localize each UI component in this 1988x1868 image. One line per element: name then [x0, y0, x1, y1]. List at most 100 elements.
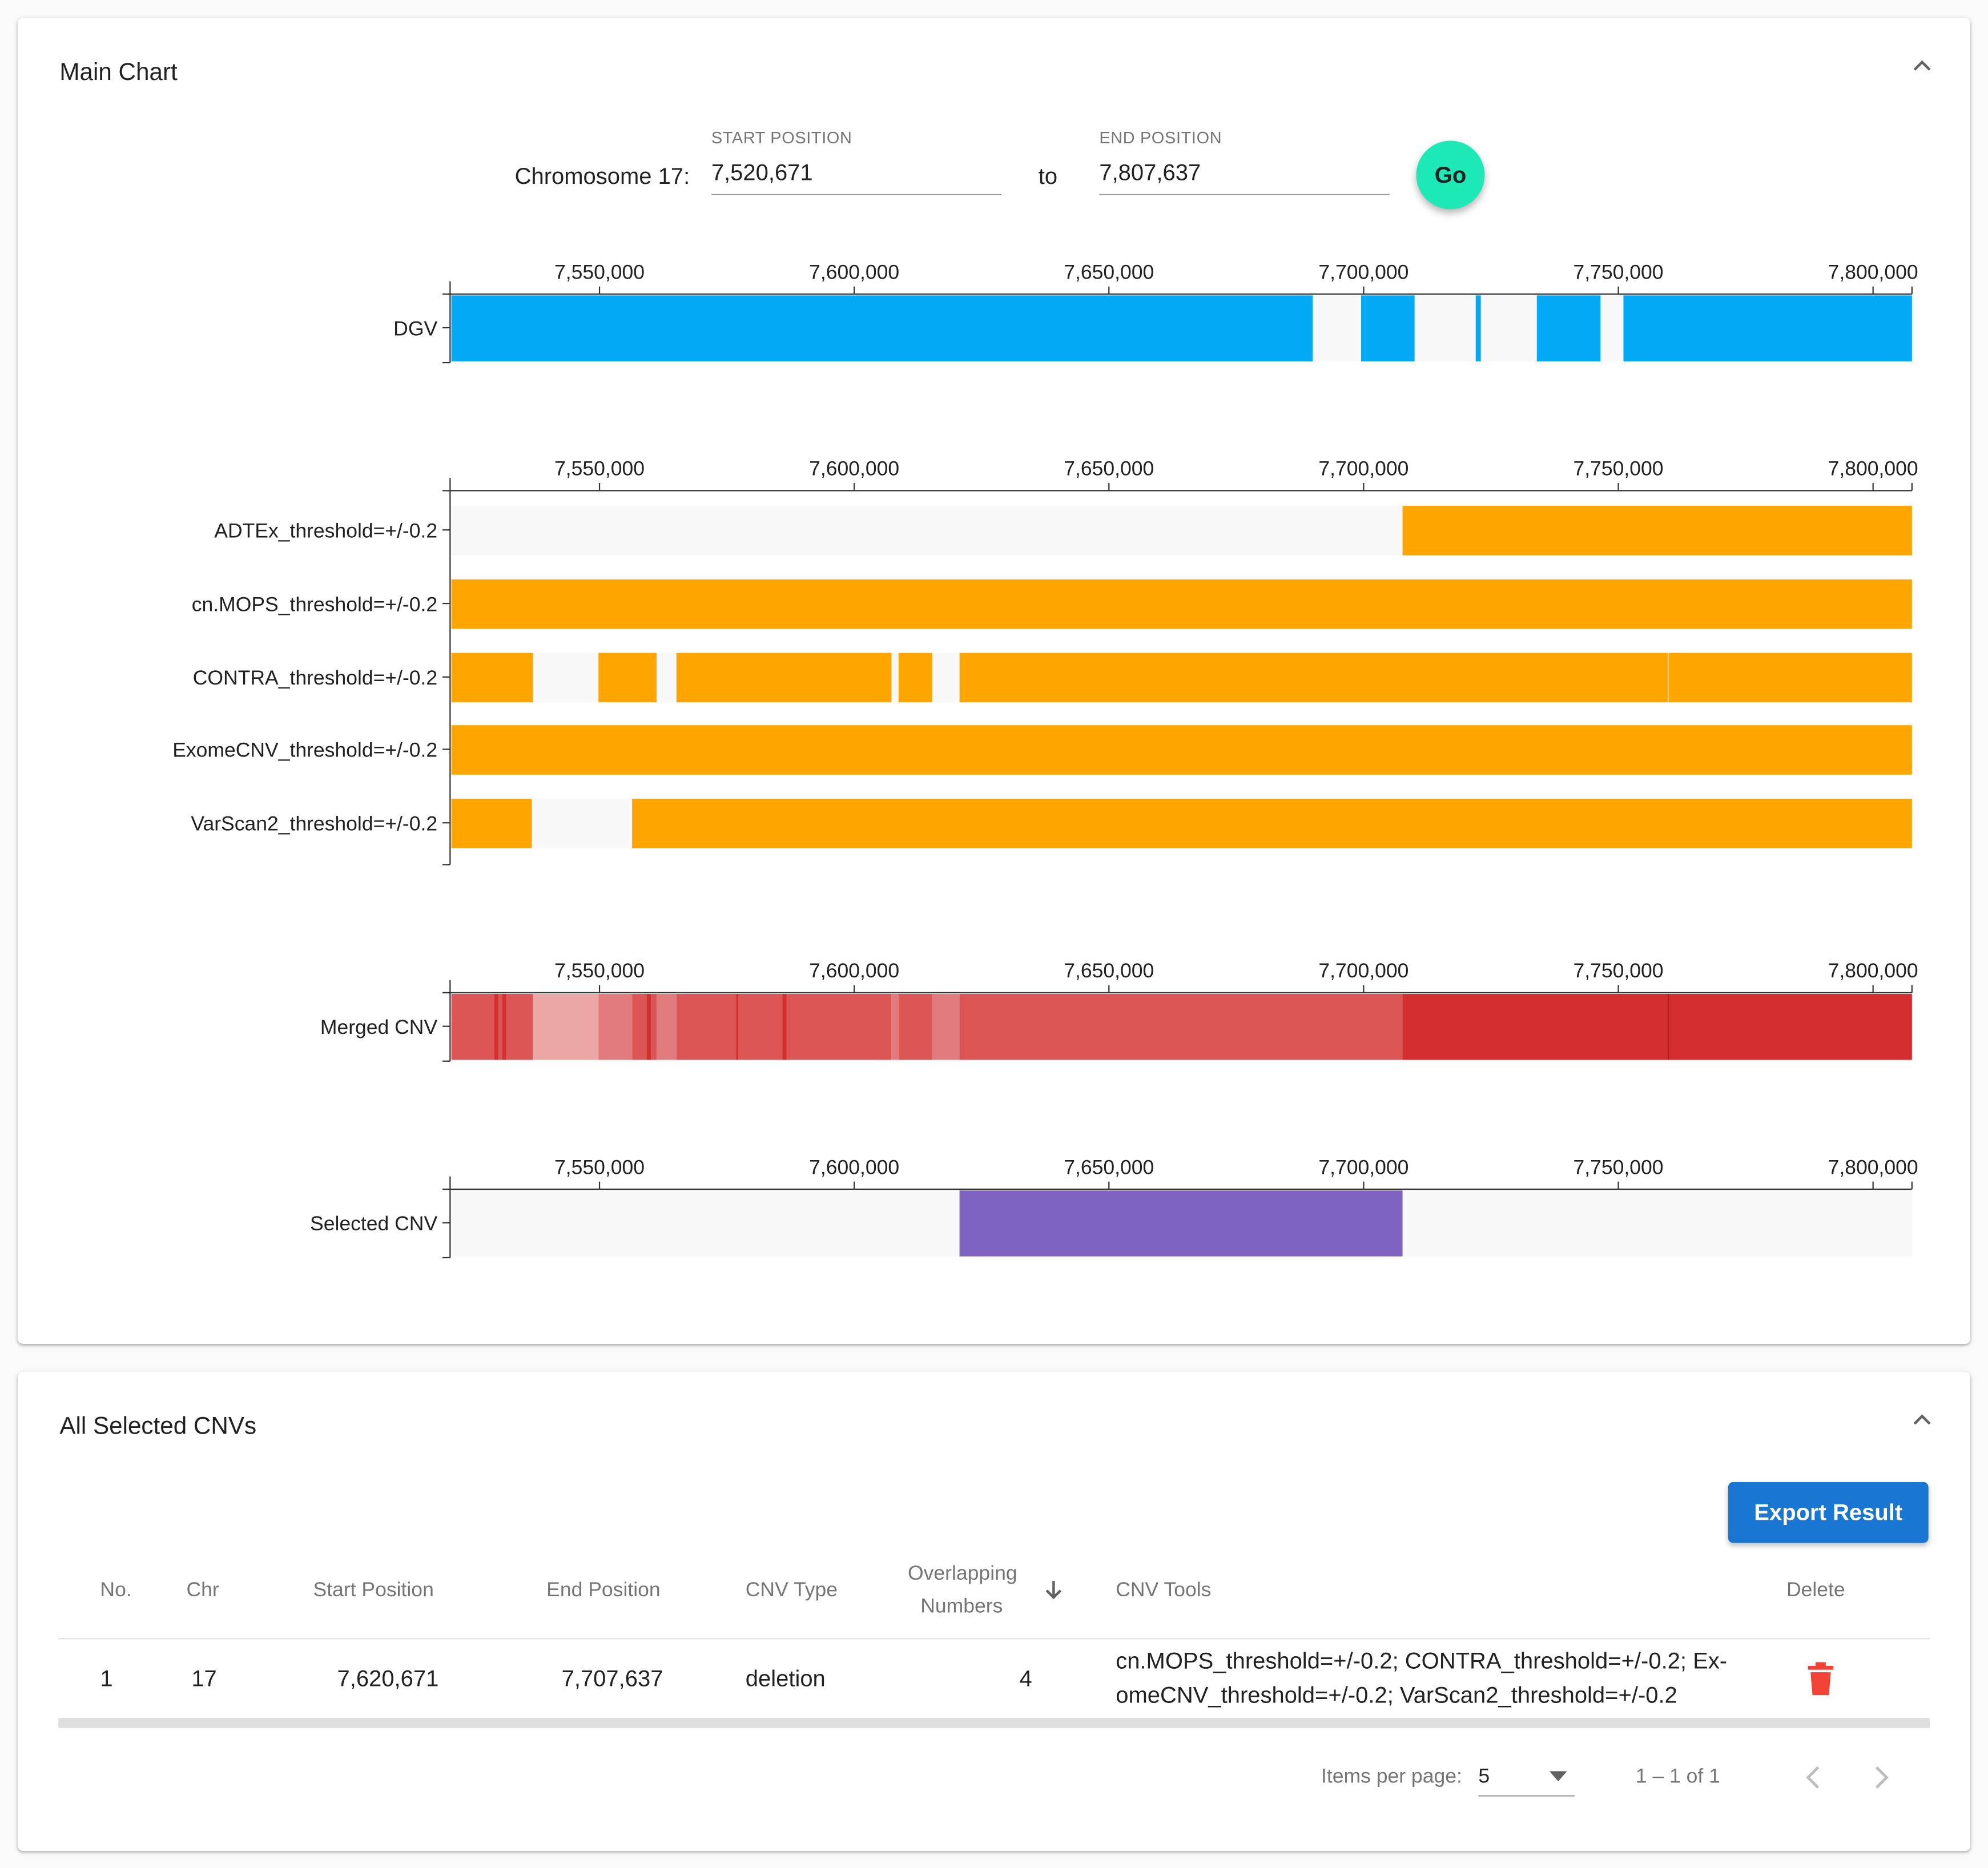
merged-segment [898, 994, 932, 1060]
header-start-position[interactable]: Start Position [313, 1580, 434, 1603]
header-delete[interactable]: Delete [1786, 1580, 1845, 1603]
contra-segment [898, 653, 932, 703]
cell-overlap: 4 [1019, 1665, 1032, 1692]
contra-segment [959, 653, 1668, 703]
merged-segment [932, 994, 960, 1060]
track-label-dgv: DGV [393, 317, 437, 340]
x-tick-label: 7,800,000 [1828, 1156, 1918, 1178]
cell-chr: 17 [191, 1665, 217, 1692]
dgv-segment [1536, 295, 1601, 361]
x-tick-label: 7,550,000 [554, 959, 645, 982]
x-tick-label: 7,700,000 [1318, 959, 1408, 982]
dropdown-arrow-icon [1549, 1771, 1567, 1782]
export-result-button[interactable]: Export Result [1728, 1481, 1929, 1543]
dgv-segment [1365, 295, 1415, 361]
table-row: 1 17 7,620,671 7,707,637 deletion 4 cn.M… [58, 1639, 1930, 1718]
merged-segment [782, 994, 787, 1060]
track-label-adtex: ADTEx_threshold=+/-0.2 [214, 520, 437, 542]
merged-segment [494, 994, 498, 1060]
merged-segment [598, 994, 633, 1060]
x-tick-label: 7,550,000 [554, 261, 645, 284]
adtex-segment [1402, 506, 1912, 555]
cell-type: deletion [745, 1665, 826, 1692]
merged-segment [786, 994, 892, 1060]
track-label-cnmops: cn.MOPS_threshold=+/-0.2 [192, 593, 437, 615]
merged-segment [533, 994, 599, 1060]
page-size-select[interactable]: 5 [1478, 1762, 1575, 1797]
x-tick-label: 7,550,000 [554, 457, 645, 480]
table-scrollbar[interactable] [58, 1718, 1930, 1728]
contra-segment [1668, 653, 1912, 703]
contra-segment [451, 653, 533, 703]
merged-segment [736, 994, 739, 1060]
x-tick-label: 7,700,000 [1318, 261, 1408, 284]
x-tick-label: 7,650,000 [1064, 959, 1154, 982]
merged-segment [959, 994, 1403, 1060]
x-tick-label: 7,800,000 [1828, 457, 1918, 480]
dgv-segment [451, 295, 1313, 361]
contra-segment [598, 653, 657, 703]
header-chr[interactable]: Chr [186, 1580, 219, 1603]
page-size-value: 5 [1478, 1766, 1490, 1788]
x-tick-label: 7,650,000 [1064, 1156, 1154, 1178]
merged-segment [1668, 994, 1912, 1060]
x-tick-label: 7,600,000 [809, 457, 899, 480]
header-end-position[interactable]: End Position [546, 1580, 661, 1603]
header-no[interactable]: No. [100, 1580, 131, 1603]
x-tick-label: 7,550,000 [554, 1156, 645, 1178]
x-tick-label: 7,700,000 [1318, 457, 1408, 480]
x-tick-label: 7,750,000 [1574, 1156, 1664, 1178]
track-label-varscan2: VarScan2_threshold=+/-0.2 [191, 812, 437, 835]
page-range-label: 1 – 1 of 1 [1635, 1766, 1720, 1788]
x-tick-label: 7,750,000 [1574, 261, 1664, 284]
varscan2-segment [632, 799, 1912, 848]
merged-segment [891, 994, 899, 1060]
x-tick-label: 7,800,000 [1828, 959, 1918, 982]
chevron-right-icon[interactable] [1869, 1764, 1894, 1791]
dgv-segment [1475, 295, 1481, 361]
merged-segment [506, 994, 533, 1060]
header-overlapping[interactable]: Overlapping [908, 1563, 1017, 1586]
dgv-segment [1623, 295, 1912, 361]
merged-segment [1402, 994, 1668, 1060]
header-cnv-type[interactable]: CNV Type [746, 1580, 838, 1603]
cnv-chart: 7,550,000 7,600,000 7,650,000 7,700,000 7,75… [172, 261, 1918, 1259]
track-label-exomecnv: ExomeCNV_threshold=+/-0.2 [172, 739, 437, 762]
cell-tools-line1: cn.MOPS_threshold=+/-0.2; CONTRA_thresho… [1116, 1648, 1728, 1674]
selected-segment [959, 1190, 1403, 1257]
varscan2-segment [451, 799, 532, 848]
track-label-contra: CONTRA_threshold=+/-0.2 [193, 666, 437, 689]
track-label-merged: Merged CNV [320, 1016, 438, 1038]
x-tick-label: 7,800,000 [1828, 261, 1918, 284]
x-tick-label: 7,600,000 [809, 1156, 899, 1178]
merged-segment [656, 994, 677, 1060]
x-tick-label: 7,750,000 [1574, 457, 1664, 480]
x-tick-label: 7,700,000 [1318, 1156, 1408, 1178]
items-per-page-label: Items per page: [1321, 1766, 1462, 1788]
chevron-left-icon[interactable] [1800, 1764, 1825, 1791]
track-label-selected: Selected CNV [310, 1212, 437, 1235]
merged-segment [632, 994, 647, 1060]
header-cnv-tools[interactable]: CNV Tools [1116, 1580, 1211, 1603]
cell-end: 7,707,637 [561, 1665, 663, 1692]
trash-icon[interactable] [1806, 1662, 1834, 1696]
merged-segment [498, 994, 502, 1060]
merged-segment [651, 994, 657, 1060]
merged-segment [647, 994, 651, 1060]
dgv-segment [1361, 295, 1366, 361]
merged-segment [502, 994, 506, 1060]
merged-segment [451, 994, 494, 1060]
cnmops-segment [451, 579, 1912, 629]
chevron-up-icon[interactable] [1908, 1406, 1936, 1434]
exomecnv-segment [451, 725, 1912, 775]
merged-segment [738, 994, 783, 1060]
x-tick-label: 7,750,000 [1574, 959, 1664, 982]
x-tick-label: 7,600,000 [809, 959, 899, 982]
x-tick-label: 7,650,000 [1064, 261, 1154, 284]
header-numbers[interactable]: Numbers [920, 1596, 1003, 1619]
merged-segment [676, 994, 737, 1060]
cell-start: 7,620,671 [337, 1665, 439, 1692]
cell-tools-line2: omeCNV_threshold=+/-0.2; VarScan2_thresh… [1116, 1682, 1677, 1708]
sort-arrow-down-icon[interactable] [1042, 1579, 1065, 1601]
panel-title: All Selected CNVs [59, 1414, 257, 1440]
